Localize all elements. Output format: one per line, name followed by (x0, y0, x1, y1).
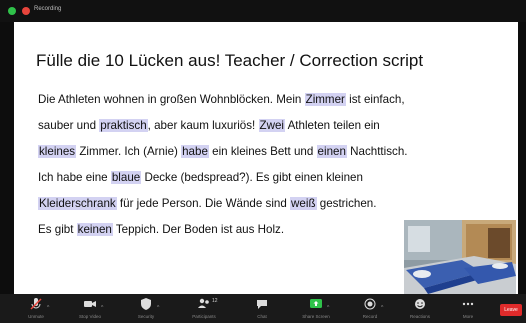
security-status-icon[interactable] (8, 7, 16, 15)
share-screen-button[interactable]: Share Screen ^ (296, 297, 336, 321)
chevron-up-icon[interactable]: ^ (101, 305, 103, 311)
chevron-up-icon[interactable]: ^ (157, 305, 159, 311)
shared-screen-slide: Fülle die 10 Lücken aus! Teacher / Corre… (14, 22, 518, 294)
text-segment: Teppich. Der Boden ist aus Holz. (112, 223, 285, 236)
text-segment: Athleten teilen ein (284, 119, 380, 132)
text-segment: sauber und (38, 119, 100, 132)
text-segment: ist einfach, (345, 93, 405, 106)
answer-highlight: keinen (76, 223, 113, 236)
text-segment: Ich habe eine (38, 171, 111, 184)
toolbar-button-label: Stop Video (79, 314, 101, 319)
answer-highlight: Zimmer (304, 93, 346, 106)
answer-highlight: einen (316, 145, 347, 158)
text-line: Kleiderschrank für jede Person. Die Wänd… (38, 196, 508, 222)
unmute-button[interactable]: Unmute ^ (16, 297, 56, 321)
reactions-button[interactable]: Reactions (400, 297, 440, 321)
answer-highlight: kleines (38, 145, 77, 158)
text-segment: Es gibt (38, 223, 77, 236)
text-segment: Zimmer. Ich (Arnie) (76, 145, 182, 158)
chevron-up-icon[interactable]: ^ (327, 305, 329, 311)
text-line: kleines Zimmer. Ich (Arnie) habe ein kle… (38, 144, 508, 170)
chat-button[interactable]: Chat (242, 297, 282, 321)
meeting-toolbar: Unmute ^ Stop Video ^ Security ^ 12 Participant… (0, 294, 526, 323)
toolbar-button-label: Share Screen (302, 314, 330, 319)
text-line: Die Athleten wohnen in großen Wohnblöcke… (38, 92, 508, 118)
answer-highlight: weiß (290, 197, 317, 210)
dorm-room-photo (404, 220, 516, 294)
toolbar-button-label: Security (137, 314, 155, 319)
text-segment: gestrichen. (316, 197, 377, 210)
meeting-title-bar: Recording (0, 0, 526, 22)
text-segment: ein kleines Bett und (208, 145, 317, 158)
text-segment: für jede Person. Die Wände sind (116, 197, 291, 210)
recording-indicator-icon (22, 7, 30, 15)
chevron-up-icon[interactable]: ^ (381, 305, 383, 311)
leave-button[interactable]: Leave (500, 304, 522, 316)
answer-highlight: praktisch (99, 119, 148, 132)
slide-title: Fülle die 10 Lücken aus! Teacher / Corre… (36, 51, 424, 70)
participant-count: 12 (212, 298, 218, 304)
recording-label: Recording (34, 6, 62, 12)
answer-highlight: Zwei (258, 119, 285, 132)
toolbar-button-label: Record (362, 314, 378, 319)
more-button[interactable]: More (448, 297, 488, 321)
text-line: Ich habe eine blaue Decke (bedspread?). … (38, 170, 508, 196)
text-segment: Decke (bedspread?). Es gibt einen kleine… (141, 171, 363, 184)
answer-highlight: Kleiderschrank (38, 197, 117, 210)
toolbar-button-label: Chat (257, 314, 267, 319)
toolbar-button-label: Participants (192, 314, 216, 319)
stop-video-button[interactable]: Stop Video ^ (70, 297, 110, 321)
toolbar-button-label: Reactions (409, 314, 430, 319)
text-segment: Nachttisch. (346, 145, 408, 158)
security-button[interactable]: Security ^ (126, 297, 166, 321)
answer-highlight: blaue (110, 171, 142, 184)
chevron-up-icon[interactable]: ^ (47, 305, 49, 311)
text-segment: , aber kaum luxuriös! (147, 119, 259, 132)
toolbar-button-label: Unmute (28, 314, 44, 319)
answer-highlight: habe (181, 145, 209, 158)
toolbar-button-label: More (462, 314, 474, 319)
record-button[interactable]: Record ^ (350, 297, 390, 321)
text-segment: Die Athleten wohnen in großen Wohnblöcke… (38, 93, 305, 106)
participants-button[interactable]: 12 Participants (184, 297, 224, 321)
text-line: sauber und praktisch, aber kaum luxuriös… (38, 118, 508, 144)
